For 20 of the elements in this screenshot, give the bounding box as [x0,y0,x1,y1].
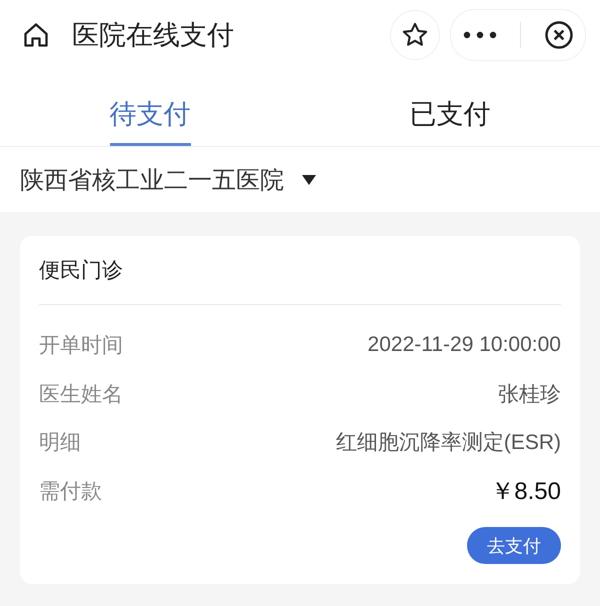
tab[interactable]: 已支付 [410,70,490,146]
card-title: 便民门诊 [39,236,561,305]
field-label: 需付款 [39,478,102,505]
field-label: 明细 [39,430,81,456]
page-title: 医院在线支付 [72,19,235,52]
more-button[interactable] [462,31,496,39]
field-value: 张桂珍 [498,382,561,408]
caret-icon [302,174,316,184]
field-value: 2022-11-29 10:00:00 [368,333,561,358]
more-icon [462,31,496,39]
home-icon[interactable] [22,21,50,49]
field-value: 红细胞沉降率测定(ESR) [336,430,561,456]
hospital-dropdown[interactable]: 陕西省核工业二一五医院 [0,147,600,212]
field-label: 开单时间 [39,333,123,360]
pay-button[interactable]: 去支付 [467,527,561,564]
field-label: 医生姓名 [39,382,123,408]
close-button[interactable] [544,20,574,50]
favorite-button[interactable] [390,10,440,60]
amount-value: ￥8.50 [490,476,561,507]
close-icon [544,20,574,50]
